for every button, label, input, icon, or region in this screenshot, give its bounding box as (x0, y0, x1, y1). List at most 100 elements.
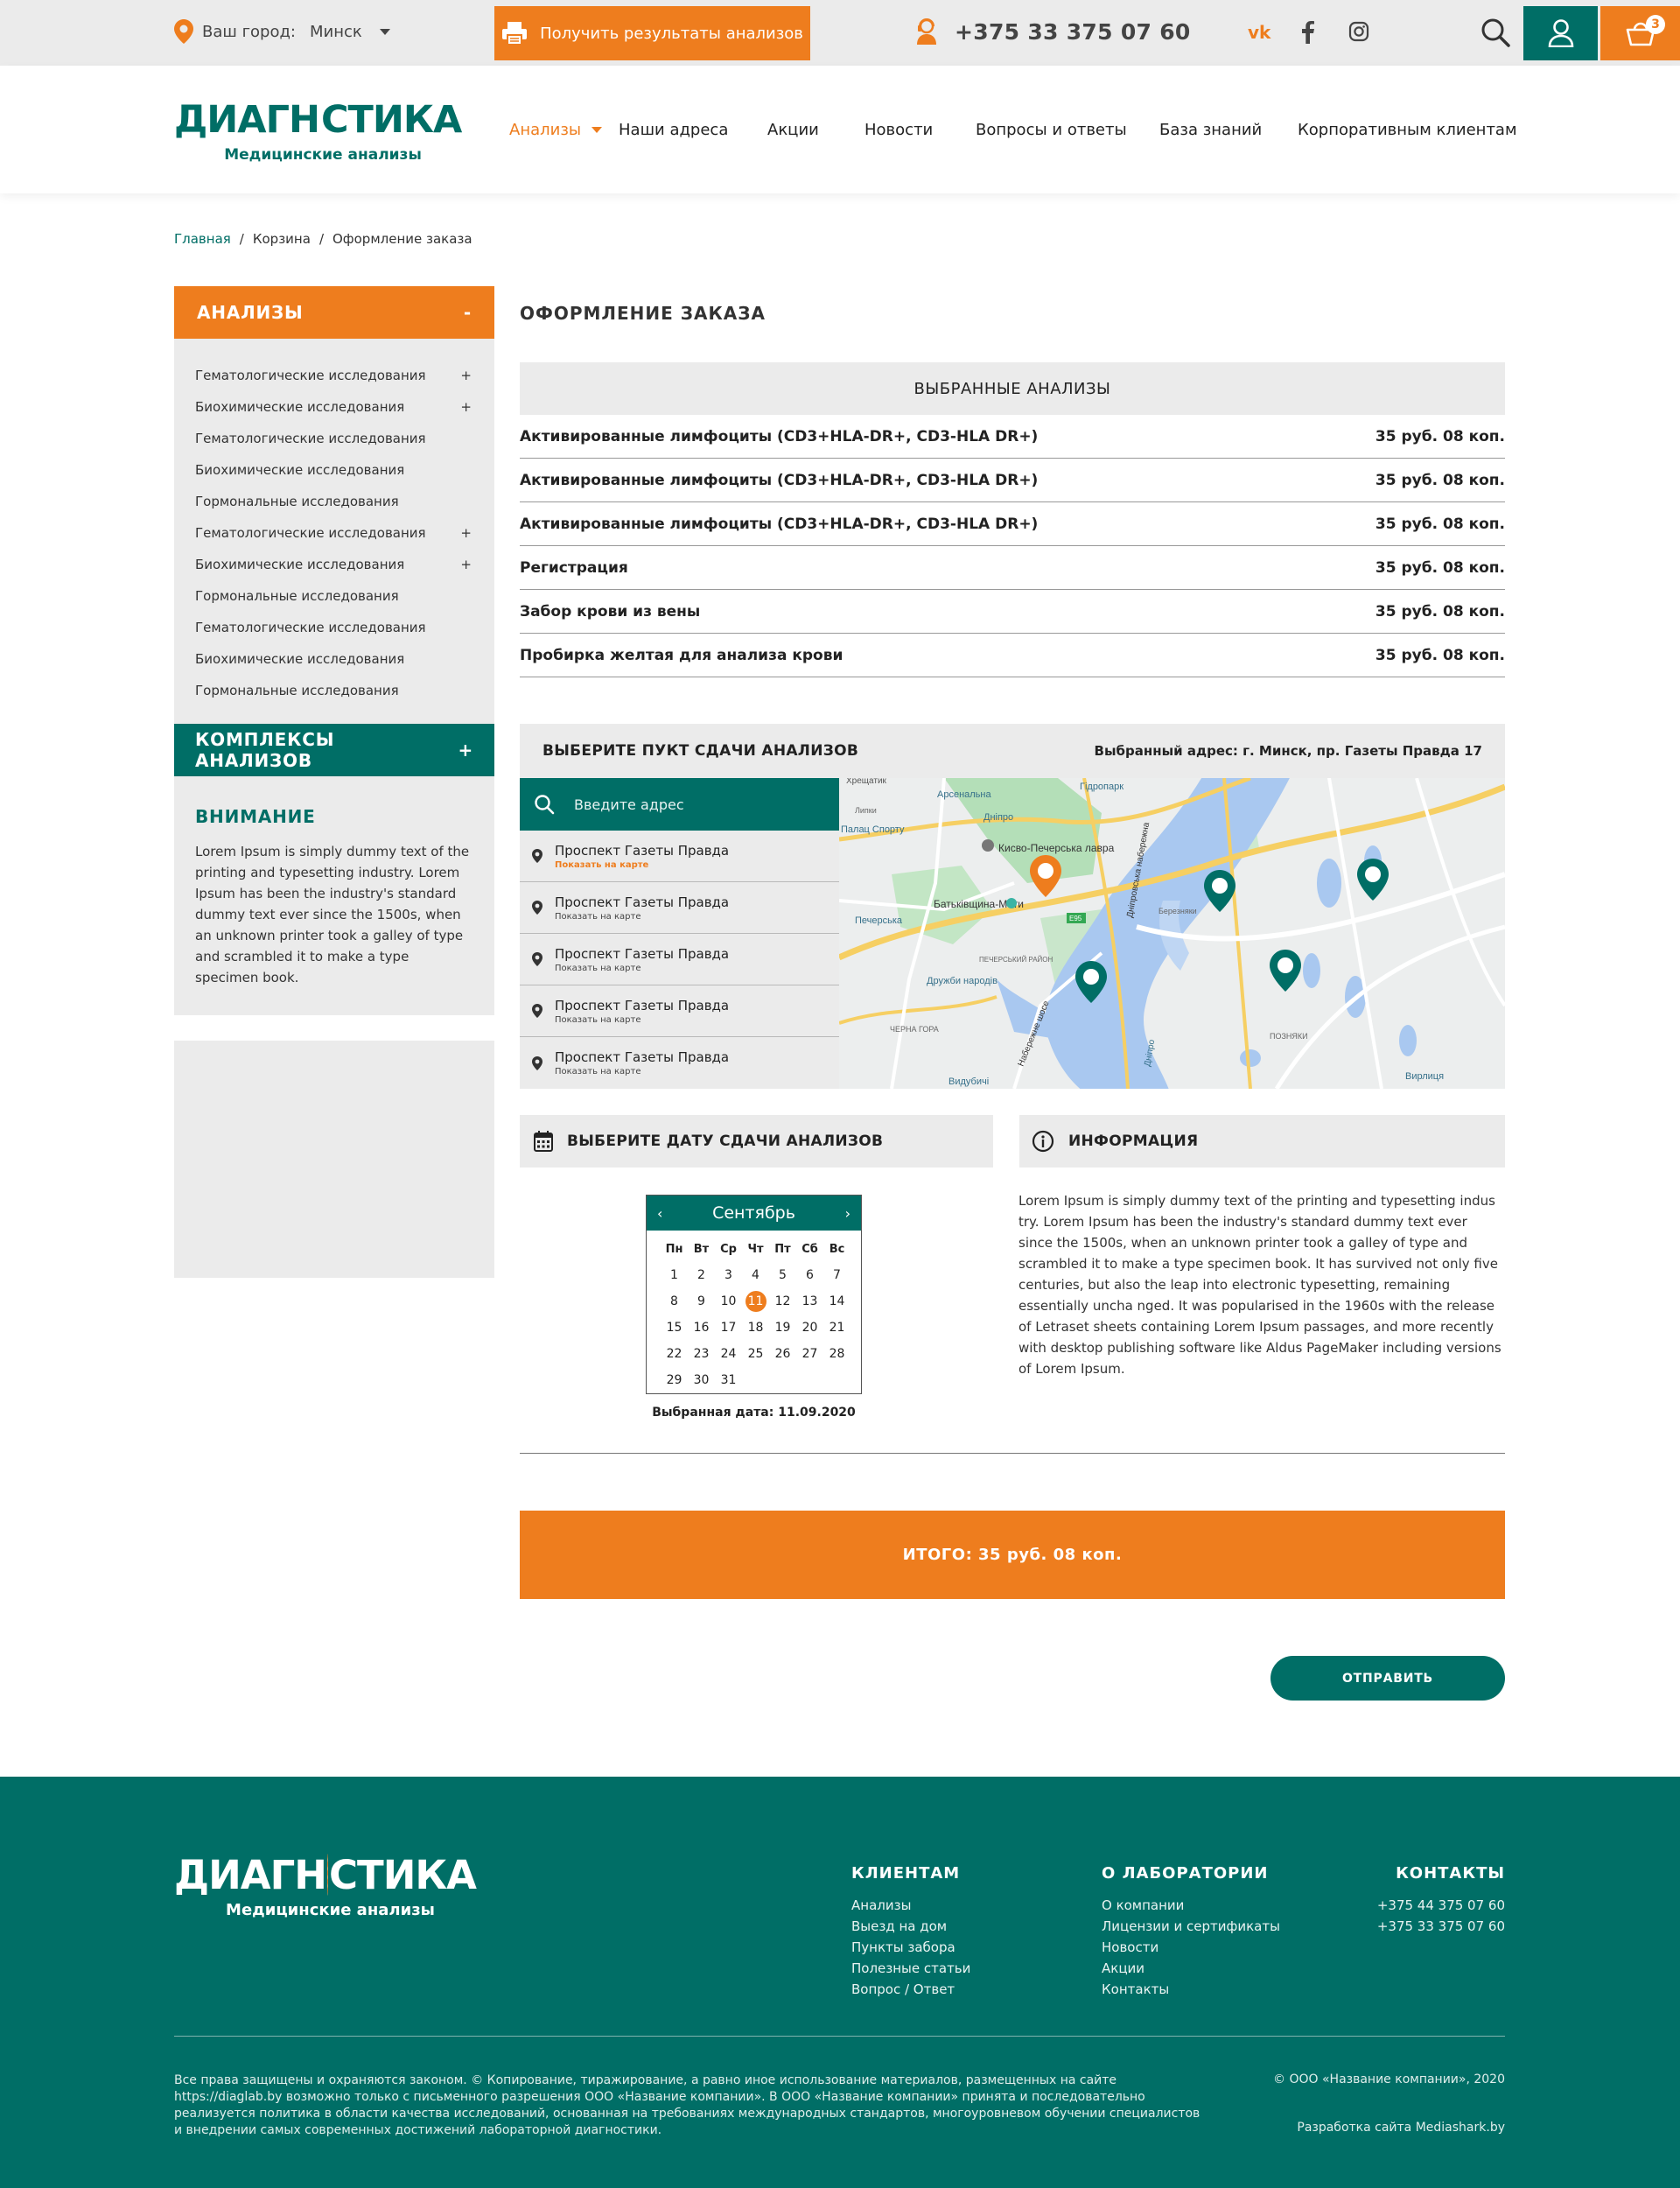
address-item[interactable]: Проспект Газеты Правда Показать на карте (520, 882, 839, 934)
nav-knowledge-base[interactable]: База знаний (1159, 121, 1262, 139)
get-results-button[interactable]: Получить результаты анализов (494, 6, 810, 60)
calendar-day[interactable]: 28 (823, 1341, 850, 1367)
footer-link[interactable]: Анализы (851, 1895, 970, 1916)
cart-button[interactable]: 3 (1600, 6, 1680, 60)
calendar-day[interactable]: 27 (796, 1341, 823, 1367)
city-selector[interactable]: Ваш город: Минск (174, 19, 390, 44)
address-item[interactable]: Проспект Газеты Правда Показать на карте (520, 985, 839, 1037)
calendar-day[interactable]: 29 (661, 1367, 688, 1393)
calendar-day[interactable]: 22 (661, 1341, 688, 1367)
site-logo[interactable]: ДИАГН СТИКА Медицинские анализы (174, 99, 462, 169)
calendar-day[interactable]: 19 (769, 1315, 796, 1341)
calendar-day[interactable]: 15 (661, 1315, 688, 1341)
calendar-day[interactable]: 9 (688, 1288, 715, 1315)
footer-link[interactable]: Вопрос / Ответ (851, 1979, 970, 2000)
address-item[interactable]: Проспект Газеты Правда Показать на карте (520, 831, 839, 882)
operator-icon (917, 18, 936, 45)
vk-icon[interactable]: vk (1248, 22, 1270, 43)
category-item[interactable]: Гормональные исследования (174, 580, 494, 612)
search-icon[interactable] (1480, 18, 1510, 47)
breadcrumb-home[interactable]: Главная (174, 231, 231, 247)
footer-link[interactable]: Акции (1102, 1958, 1280, 1979)
category-item[interactable]: Гематологические исследования + (174, 360, 494, 391)
calendar-day[interactable]: 5 (769, 1262, 796, 1288)
developer-link[interactable]: Разработка сайта Mediashark.by (1297, 2121, 1505, 2135)
calendar-day[interactable]: 26 (769, 1341, 796, 1367)
show-on-map-link[interactable]: Показать на карте (555, 912, 729, 922)
next-month-button[interactable]: › (845, 1205, 850, 1222)
calendar-day[interactable]: 24 (715, 1341, 742, 1367)
submit-button[interactable]: ОТПРАВИТЬ (1270, 1656, 1505, 1701)
calendar-day[interactable]: 14 (823, 1288, 850, 1315)
calendar-day[interactable]: 13 (796, 1288, 823, 1315)
calendar-day[interactable]: 21 (823, 1315, 850, 1341)
footer-link[interactable]: Полезные статьи (851, 1958, 970, 1979)
breadcrumb-cart[interactable]: Корзина (253, 231, 311, 247)
category-item[interactable]: Биохимические исследования (174, 643, 494, 675)
weekday-label: Ср (720, 1242, 737, 1256)
calendar-day[interactable]: 30 (688, 1367, 715, 1393)
footer-link[interactable]: Лицензии и сертификаты (1102, 1916, 1280, 1937)
show-on-map-link[interactable]: Показать на карте (555, 1067, 729, 1076)
footer-link[interactable]: Выезд на дом (851, 1916, 970, 1937)
calendar-day[interactable]: 16 (688, 1315, 715, 1341)
analyses-section-toggle[interactable]: АНАЛИЗЫ - (174, 286, 494, 339)
footer-link[interactable]: О компании (1102, 1895, 1280, 1916)
footer-phone[interactable]: +375 33 375 07 60 (1377, 1916, 1505, 1937)
category-item[interactable]: Гормональные исследования (174, 675, 494, 706)
calendar-day[interactable]: 4 (742, 1262, 769, 1288)
nav-addresses[interactable]: Наши адреса (619, 121, 728, 139)
calendar-day[interactable]: 1 (661, 1262, 688, 1288)
pickup-map[interactable]: Хрещатик Арсенальна Гідропарк Дніпро Лип… (839, 778, 1505, 1089)
header-phone[interactable]: +375 33 375 07 60 (914, 18, 1191, 46)
instagram-icon[interactable] (1348, 21, 1369, 42)
calendar-day[interactable]: 2 (688, 1262, 715, 1288)
category-item[interactable]: Гематологические исследования (174, 423, 494, 454)
calendar-day-selected[interactable]: 11 (742, 1288, 769, 1315)
calendar-day[interactable]: 25 (742, 1341, 769, 1367)
footer-link[interactable]: Новости (1102, 1937, 1280, 1958)
calendar-day[interactable]: 17 (715, 1315, 742, 1341)
complexes-section-toggle[interactable]: КОМПЛЕКСЫ АНАЛИЗОВ + (174, 724, 494, 776)
calendar-day[interactable]: 20 (796, 1315, 823, 1341)
category-item[interactable]: Биохимические исследования + (174, 391, 494, 423)
calendar-day[interactable]: 18 (742, 1315, 769, 1341)
calendar-day[interactable]: 3 (715, 1262, 742, 1288)
footer-link[interactable]: Контакты (1102, 1979, 1280, 2000)
nav-promotions[interactable]: Акции (767, 121, 819, 139)
location-pin-icon (532, 1004, 542, 1018)
category-label: Гормональные исследования (195, 588, 399, 604)
category-item[interactable]: Биохимические исследования (174, 454, 494, 486)
category-label: Биохимические исследования (195, 462, 405, 478)
footer-phone[interactable]: +375 44 375 07 60 (1377, 1895, 1505, 1916)
prev-month-button[interactable]: ‹ (657, 1205, 662, 1222)
category-item[interactable]: Гематологические исследования (174, 612, 494, 643)
calendar-day[interactable]: 12 (769, 1288, 796, 1315)
category-label: Биохимические исследования (195, 557, 405, 572)
calendar-day[interactable]: 6 (796, 1262, 823, 1288)
calendar-month: Сентябрь (712, 1203, 795, 1223)
calendar-day[interactable]: 23 (688, 1341, 715, 1367)
address-item[interactable]: Проспект Газеты Правда Показать на карте (520, 934, 839, 985)
cart-count-badge: 3 (1646, 15, 1665, 34)
footer-logo[interactable]: ДИАГН СТИКА Медицинские анализы (174, 1854, 477, 1919)
profile-button[interactable] (1523, 6, 1598, 60)
show-on-map-link[interactable]: Показать на карте (555, 964, 729, 973)
facebook-icon[interactable] (1302, 21, 1314, 44)
calendar-day[interactable]: 7 (823, 1262, 850, 1288)
footer-link[interactable]: Пункты забора (851, 1937, 970, 1958)
show-on-map-link[interactable]: Показать на карте (555, 860, 729, 870)
calendar-day[interactable]: 10 (715, 1288, 742, 1315)
category-item[interactable]: Гематологические исследования + (174, 517, 494, 549)
show-on-map-link[interactable]: Показать на карте (555, 1015, 729, 1025)
calendar-day[interactable]: 31 (715, 1367, 742, 1393)
nav-analyses[interactable]: Анализы (509, 121, 603, 139)
calendar-day[interactable]: 8 (661, 1288, 688, 1315)
nav-news[interactable]: Новости (864, 121, 933, 139)
nav-faq[interactable]: Вопросы и ответы (976, 121, 1127, 139)
nav-corporate[interactable]: Корпоративным клиентам (1298, 121, 1517, 139)
category-item[interactable]: Биохимические исследования + (174, 549, 494, 580)
address-item[interactable]: Проспект Газеты Правда Показать на карте (520, 1037, 839, 1089)
address-search-input[interactable] (574, 796, 802, 813)
category-item[interactable]: Гормональные исследования (174, 486, 494, 517)
